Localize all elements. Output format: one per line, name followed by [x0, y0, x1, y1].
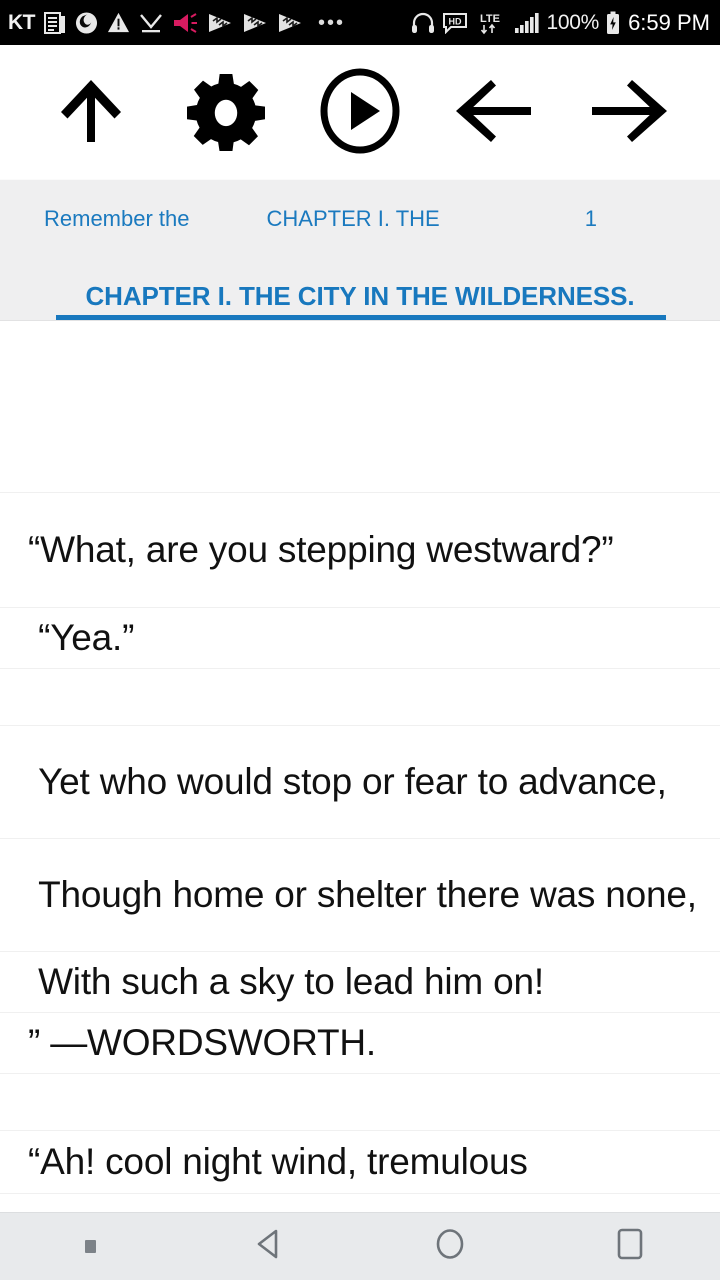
megaphone-icon — [172, 12, 198, 34]
nav-home-button[interactable] — [360, 1213, 540, 1280]
nav-dot-indicator-icon — [84, 1240, 96, 1253]
left-arrow-icon — [453, 76, 535, 149]
media-play-triangle-icon-2 — [242, 12, 268, 34]
status-bar-right-icons: HD LTE 100% 6:59 PM — [411, 10, 710, 36]
media-play-triangle-icon-3 — [277, 12, 303, 34]
text-line-list[interactable]: “What, are you stepping westward?” “Yea.… — [0, 321, 720, 1213]
play-circle-icon — [320, 68, 400, 157]
settings-button[interactable] — [178, 64, 274, 160]
nav-back-icon — [251, 1225, 289, 1268]
svg-text:LTE: LTE — [480, 13, 500, 25]
nav-back-button[interactable] — [180, 1213, 360, 1280]
list-item-text: Yet who would stop or fear to advance, — [28, 761, 667, 802]
list-item[interactable] — [0, 1074, 720, 1131]
list-item[interactable]: “Ah! cool night wind, tremulous — [0, 1131, 720, 1194]
news-reader-icon — [44, 11, 66, 35]
tab-page-number[interactable]: 1 — [440, 180, 597, 258]
tab-row-active: CHAPTER I. THE CITY IN THE WILDERNESS. — [0, 258, 720, 320]
list-item[interactable]: “Yea.” — [0, 608, 720, 669]
app-toolbar — [0, 45, 720, 180]
list-item[interactable]: Though home or shelter there was none, — [0, 839, 720, 952]
nav-dot-indicator-button[interactable] — [0, 1213, 180, 1280]
tab-row-secondary: Remember the CHAPTER I. THE 1 — [0, 180, 720, 258]
checkmark-download-icon — [139, 12, 163, 34]
list-item-text: “Yea.” — [28, 617, 135, 658]
list-item-text: Though home or shelter there was none, — [28, 874, 697, 915]
tab-chapter-i-the[interactable]: CHAPTER I. THE — [190, 180, 440, 258]
warning-triangle-icon — [107, 11, 130, 34]
list-item[interactable]: With such a sky to lead him on! — [0, 952, 720, 1013]
svg-text:HD: HD — [448, 16, 461, 26]
carrier-kt-label: KT — [8, 11, 36, 34]
list-item[interactable]: “What, are you stepping westward?” — [0, 493, 720, 608]
tab-remember-the[interactable]: Remember the — [0, 180, 190, 258]
status-bar: KT ••• HD LTE 100% 6:59 PM — [0, 0, 720, 45]
right-arrow-icon — [588, 76, 670, 149]
list-item-text: “Ah! cool night wind, tremulous — [28, 1141, 528, 1182]
nav-home-icon — [431, 1225, 469, 1268]
headphones-icon — [411, 12, 435, 34]
signal-bars-icon — [514, 12, 540, 34]
up-arrow-button[interactable] — [43, 64, 139, 160]
system-nav-bar — [0, 1212, 720, 1280]
nav-recents-icon — [611, 1225, 649, 1268]
list-item[interactable] — [0, 321, 720, 493]
next-button[interactable] — [581, 64, 677, 160]
up-arrow-icon — [55, 74, 127, 151]
list-item[interactable] — [0, 669, 720, 726]
list-item-text: ” —WORDSWORTH. — [28, 1022, 376, 1063]
hd-voice-icon: HD — [442, 12, 468, 34]
list-item[interactable]: ” —WORDSWORTH. — [0, 1013, 720, 1074]
battery-percent-label: 100% — [546, 10, 600, 34]
lte-data-icon: LTE — [475, 11, 507, 35]
overflow-dots-icon: ••• — [318, 11, 346, 34]
status-bar-left-icons: KT ••• — [8, 11, 351, 35]
clock-label: 6:59 PM — [628, 9, 710, 35]
list-item-text: “What, are you stepping westward?” — [28, 529, 614, 570]
nav-recents-button[interactable] — [540, 1213, 720, 1280]
firefox-icon — [75, 11, 98, 35]
battery-icon — [606, 11, 620, 35]
list-item[interactable]: Yet who would stop or fear to advance, — [0, 726, 720, 839]
list-item-text: With such a sky to lead him on! — [28, 961, 544, 1002]
gear-icon — [186, 71, 265, 154]
tab-active-underline — [56, 315, 666, 320]
play-button[interactable] — [312, 64, 408, 160]
tab-strip: Remember the CHAPTER I. THE 1 CHAPTER I.… — [0, 180, 720, 321]
previous-button[interactable] — [446, 64, 542, 160]
media-play-triangle-icon-1 — [207, 12, 233, 34]
